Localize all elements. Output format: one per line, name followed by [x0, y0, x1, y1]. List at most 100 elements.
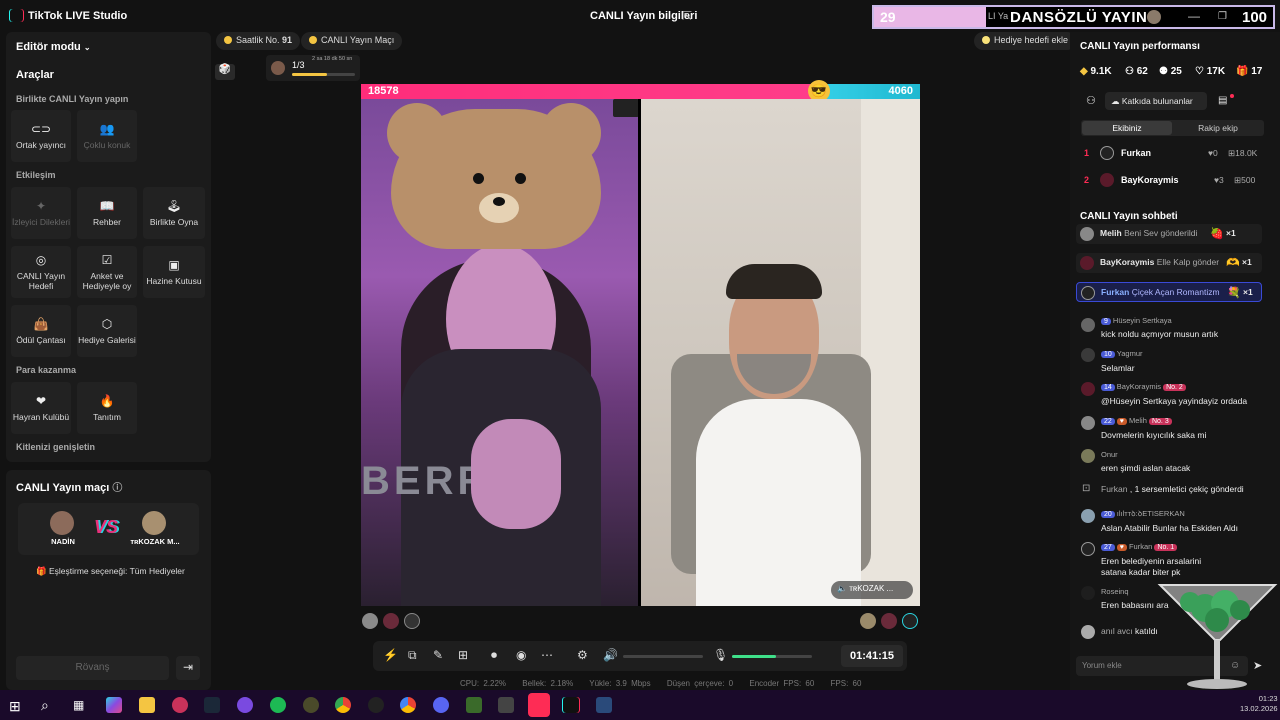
supporter-avatar[interactable] [881, 613, 897, 629]
opera-icon[interactable] [172, 697, 188, 713]
encoder-fps-stat: Encoder FPS: 60 [749, 679, 815, 688]
minecraft-icon[interactable] [466, 697, 482, 713]
goal-progress-card[interactable]: 1/3 2 sa 18 dk 50 sn [266, 55, 360, 81]
exit-match-button[interactable]: ⇥ [176, 656, 200, 680]
live-match-pill[interactable]: CANLI Yayın Maçı [301, 32, 403, 50]
reward-bag-tile[interactable]: 👜 Ödül Çantası [11, 305, 71, 357]
player1-avatar [50, 511, 74, 535]
search-icon[interactable]: ⌕ [41, 697, 49, 714]
chrome-icon[interactable] [335, 697, 351, 713]
system-clock[interactable]: 01:23 13.02.2026 [1240, 694, 1278, 714]
help-icon[interactable]: ⓘ [112, 483, 122, 494]
tab-rival-team[interactable]: Rakip ekip [1173, 121, 1263, 135]
supporter-avatar[interactable] [362, 613, 378, 629]
app-icon[interactable] [498, 697, 514, 713]
upload-stat: Yükle: 3.9 Mbps [589, 679, 651, 688]
app-icon[interactable] [596, 697, 612, 713]
supporter-avatar[interactable] [404, 613, 420, 629]
minimize-icon[interactable]: — [1188, 9, 1200, 23]
overlay-left-counter: 29 [874, 7, 986, 27]
supporter-avatar[interactable] [860, 613, 876, 629]
contributors-button[interactable]: ☁ Katkıda bulunanlar [1105, 92, 1207, 110]
supporter-avatar[interactable] [383, 613, 399, 629]
volume-icon[interactable]: 🔊 [603, 648, 618, 662]
gift-icon: 💐 [1227, 287, 1241, 299]
magic-wand-icon[interactable]: ⚡ [383, 648, 398, 662]
section-audience: Kitlenizi genişletin [16, 442, 96, 452]
left-video: BERR [361, 99, 638, 606]
tiktok-live-studio-taskbar-icon[interactable] [528, 693, 550, 717]
effects-icon[interactable]: ✎ [433, 648, 443, 662]
user-avatar [1100, 146, 1114, 160]
file-explorer-icon[interactable] [139, 697, 155, 713]
goal-progress-time: 2 sa 18 dk 50 sn [312, 56, 353, 62]
gift-box-icon[interactable]: 🎲 [215, 64, 235, 80]
windows-start-icon[interactable]: ⊞ [9, 698, 21, 715]
list-icon[interactable]: ▤ [1218, 95, 1227, 106]
gift-highlight: Melih Beni Sev gönderildi 🍓 ×1 [1076, 224, 1262, 244]
camera-icon[interactable]: ◉ [516, 648, 526, 662]
section-monetize: Para kazanma [16, 365, 77, 375]
link-icon: ⊂⊃ [30, 122, 52, 137]
rank-row[interactable]: 2 BayKoraymis ♥3 ⊞500 [1076, 171, 1266, 189]
volume-slider[interactable] [623, 655, 703, 658]
poll-tile[interactable]: ☑ Anket ve Hediyeyle oy [77, 246, 137, 298]
cohost-tile[interactable]: ⊂⊃ Ortak yayıncı [11, 110, 71, 162]
screen-icon[interactable]: ⧉ [408, 648, 417, 663]
bear-hat [387, 103, 601, 249]
mic-icon[interactable]: 🎙 [713, 648, 728, 662]
app-icon[interactable] [237, 697, 253, 713]
gift-event-icon: ⊡ [1082, 483, 1091, 494]
tiktok-icon[interactable] [563, 697, 579, 713]
poll-icon: ☑ [101, 253, 113, 268]
mic-slider[interactable] [732, 655, 812, 658]
chat-message: Dovmelerin kıyıcılık saka mi [1101, 430, 1207, 440]
team-tabs: Ekibiniz Rakip ekip [1081, 120, 1264, 136]
app-icon[interactable] [368, 697, 384, 713]
gift-gallery-tile[interactable]: ⬡ Hediye Galerisi [77, 305, 137, 357]
opponent-name-tag[interactable]: 🔈 ᴛʀKOZAK ... [831, 581, 913, 599]
player2-avatar [142, 511, 166, 535]
add-user-icon: ⚉ [1159, 66, 1168, 77]
spotify-icon[interactable] [270, 697, 286, 713]
user-avatar [1081, 416, 1095, 430]
live-goal-tile[interactable]: ◎ CANLI Yayın Hedefi [11, 246, 71, 298]
gift-icon: 🎁 [1236, 66, 1249, 77]
maximize-icon[interactable]: ❐ [1218, 11, 1227, 22]
viewer-wishes-tile[interactable]: ✦ İzleyici Dilekleri [11, 187, 71, 239]
copilot-icon[interactable] [106, 697, 122, 713]
overlay-right-counter: 100 [1242, 9, 1268, 26]
people-icon: 👥 [99, 122, 115, 137]
martini-glass-overlay [1157, 584, 1278, 689]
chrome-icon[interactable] [400, 697, 416, 713]
right-score: 4060 [888, 85, 913, 97]
left-score-fill [361, 84, 819, 99]
promote-tile[interactable]: 🔥 Tanıtım [77, 382, 137, 434]
add-source-icon[interactable]: ⊞ [458, 648, 468, 662]
multiguest-tile[interactable]: 👥 Çoklu konuk [77, 110, 137, 162]
settings-sliders-icon[interactable]: ⚙ [577, 648, 588, 662]
user-avatar [1081, 348, 1095, 362]
editor-mode-dropdown[interactable]: Editör modu ⌄ [16, 41, 91, 53]
supporter-avatar[interactable] [902, 613, 918, 629]
fan-club-tile[interactable]: ❤ Hayran Kulübü [11, 382, 71, 434]
hourly-rank-pill[interactable]: Saatlik No. 91 [216, 32, 301, 50]
rematch-button[interactable]: Rövanş [16, 656, 169, 680]
speaker-icon: 🔈 [837, 584, 847, 593]
contributors-icon: ☁ [1111, 96, 1120, 106]
play-together-tile[interactable]: 🕹 Birlikte Oyna [143, 187, 205, 239]
tab-your-team[interactable]: Ekibiniz [1082, 121, 1172, 135]
guide-tile[interactable]: 📖 Rehber [77, 187, 137, 239]
steam-icon[interactable] [204, 697, 220, 713]
discord-icon[interactable] [433, 697, 449, 713]
goal-avatar [271, 61, 285, 75]
rank-row[interactable]: 1 Furkan ♥0 ⊞18.0K [1076, 144, 1266, 162]
share-icon[interactable]: ⇱ [682, 9, 692, 23]
task-view-icon[interactable]: ▦ [73, 698, 84, 712]
add-gift-goal-pill[interactable]: Hediye hedefi ekle [974, 32, 1077, 50]
app-icon[interactable] [303, 697, 319, 713]
add-user-icon[interactable]: ⚇ [1086, 94, 1096, 107]
record-icon[interactable]: ⏺ [491, 648, 497, 663]
treasure-tile[interactable]: ▣ Hazine Kutusu [143, 246, 205, 298]
more-icon[interactable]: ⋯ [541, 648, 553, 662]
